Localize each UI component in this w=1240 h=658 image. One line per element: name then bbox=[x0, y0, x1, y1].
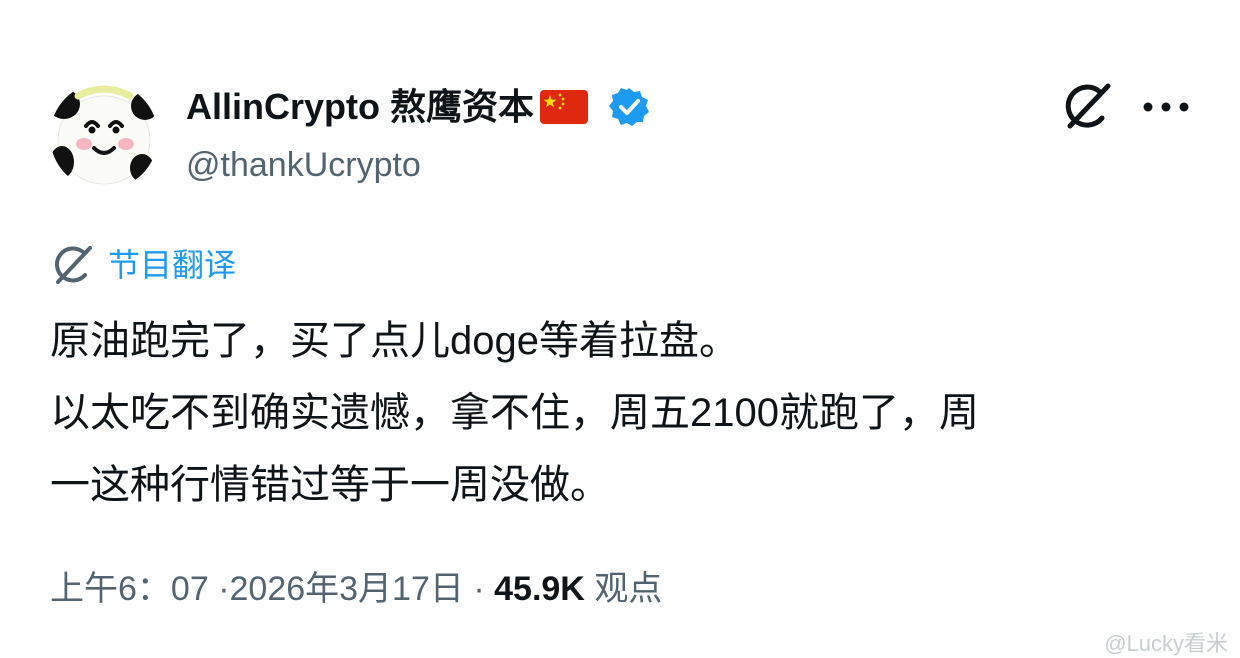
tweet-text: 原油跑完了，买了点儿doge等着拉盘。 以太吃不到确实遗憾，拿不住，周五2100… bbox=[50, 305, 1190, 521]
verified-badge-icon[interactable] bbox=[608, 86, 650, 128]
watermark: @Lucky看米 bbox=[1104, 631, 1228, 656]
tweet-text-line: 原油跑完了，买了点儿doge等着拉盘。 bbox=[50, 319, 739, 363]
display-name[interactable]: AllinCrypto 熬鹰资本 bbox=[186, 83, 534, 131]
translate-post[interactable]: 节目翻译 bbox=[50, 242, 236, 288]
translate-link[interactable]: 节目翻译 bbox=[108, 242, 236, 288]
tweet-text-line: 以太吃不到确实遗憾，拿不住，周五2100就跑了，周 bbox=[50, 391, 979, 435]
more-icon[interactable] bbox=[1138, 80, 1194, 134]
avatar[interactable] bbox=[50, 82, 158, 190]
grok-icon[interactable] bbox=[1060, 80, 1114, 134]
tweet-date[interactable]: 2026年3月17日 bbox=[230, 570, 464, 608]
tweet-meta: 上午6：07 ·2026年3月17日 · 45.9K 观点 bbox=[50, 563, 662, 615]
user-handle[interactable]: @thankUcrypto bbox=[186, 142, 421, 188]
tweet-time[interactable]: 上午6：07 bbox=[50, 570, 209, 608]
grok-icon bbox=[54, 246, 92, 284]
user-display-name-row[interactable]: AllinCrypto 熬鹰资本 bbox=[186, 83, 650, 131]
views-count[interactable]: 45.9K bbox=[494, 570, 585, 608]
panda-avatar bbox=[50, 82, 158, 190]
meta-separator: · bbox=[473, 570, 485, 608]
tweet-text-line: 一这种行情错过等于一周没做。 bbox=[50, 463, 610, 507]
meta-separator: · bbox=[218, 570, 230, 608]
china-flag-icon bbox=[540, 90, 588, 124]
views-label: 观点 bbox=[594, 570, 663, 608]
